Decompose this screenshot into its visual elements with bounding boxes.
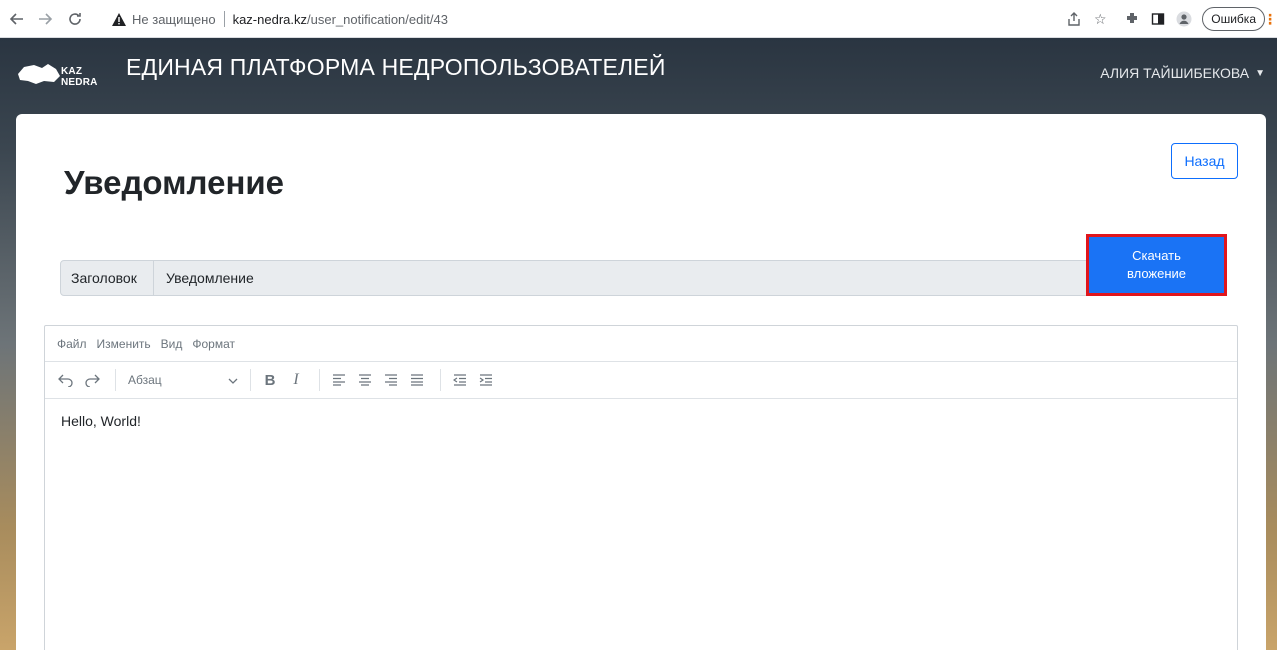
menu-format[interactable]: Формат — [192, 337, 235, 351]
editor-content[interactable]: Hello, World! — [45, 399, 1237, 443]
app-header: KAZ NEDRA ЕДИНАЯ ПЛАТФОРМА НЕДРОПОЛЬЗОВА… — [0, 38, 1277, 104]
logo-text: KAZ NEDRA — [61, 66, 98, 88]
profile-icon[interactable] — [1172, 7, 1196, 31]
side-panel-icon[interactable] — [1146, 7, 1170, 31]
back-button[interactable]: Назад — [1171, 143, 1238, 179]
toolbar-divider — [440, 369, 441, 391]
download-label-line2: вложение — [1126, 266, 1187, 281]
redo-icon[interactable] — [81, 368, 103, 392]
menu-kebab-icon[interactable]: ⋮ — [1263, 7, 1277, 31]
not-secure-label: Не защищено — [132, 11, 216, 27]
address-separator — [223, 11, 225, 27]
menu-edit[interactable]: Изменить — [97, 337, 151, 351]
toolbar-divider — [115, 369, 116, 391]
bold-icon[interactable]: B — [259, 368, 281, 392]
back-arrow-icon[interactable] — [6, 8, 28, 30]
page-title: Уведомление — [64, 164, 285, 201]
warning-icon — [112, 12, 126, 26]
user-menu[interactable]: АЛИЯ ТАЙШИБЕКОВА ▼ — [1100, 65, 1265, 81]
share-icon[interactable] — [1062, 7, 1086, 31]
align-left-icon[interactable] — [328, 368, 350, 392]
menu-file[interactable]: Файл — [57, 337, 87, 351]
toolbar-divider — [319, 369, 320, 391]
caret-down-icon: ▼ — [1255, 67, 1265, 79]
italic-icon[interactable]: I — [285, 368, 307, 392]
logo[interactable]: KAZ NEDRA — [16, 60, 118, 88]
url-host: kaz-nedra.kz — [232, 11, 307, 27]
title-field-label: Заголовок — [61, 261, 154, 295]
star-icon[interactable]: ☆ — [1088, 7, 1112, 31]
editor-paragraph: Hello, World! — [61, 413, 141, 429]
download-label-line1: Скачать — [1132, 248, 1181, 263]
browser-actions: ☆ Ошибка ⋮ — [1060, 0, 1277, 38]
notification-card: Назад Уведомление Заголовок Уведомление … — [16, 114, 1266, 650]
title-field-group: Заголовок Уведомление — [60, 260, 1100, 296]
indent-icon[interactable] — [475, 368, 497, 392]
extensions-icon[interactable] — [1120, 7, 1144, 31]
error-badge[interactable]: Ошибка — [1202, 7, 1265, 31]
download-attachment-button[interactable]: Скачать вложение — [1086, 234, 1227, 296]
block-format-select[interactable]: Абзац — [124, 368, 242, 392]
platform-title: ЕДИНАЯ ПЛАТФОРМА НЕДРОПОЛЬЗОВАТЕЛЕЙ — [126, 54, 666, 80]
align-right-icon[interactable] — [380, 368, 402, 392]
menu-view[interactable]: Вид — [161, 337, 183, 351]
forward-arrow-icon[interactable] — [34, 8, 56, 30]
align-center-icon[interactable] — [354, 368, 376, 392]
chevron-down-icon — [228, 373, 238, 387]
reload-icon[interactable] — [64, 8, 86, 30]
align-justify-icon[interactable] — [406, 368, 428, 392]
toolbar-divider — [250, 369, 251, 391]
outdent-icon[interactable] — [449, 368, 471, 392]
editor-toolbar: Абзац B I — [45, 362, 1237, 399]
title-field[interactable]: Уведомление — [154, 261, 1099, 295]
user-name: АЛИЯ ТАЙШИБЕКОВА — [1100, 65, 1250, 81]
editor-menubar: Файл Изменить Вид Формат — [45, 326, 1237, 362]
rich-text-editor: Файл Изменить Вид Формат Абзац B I Hello… — [44, 325, 1238, 650]
block-format-value: Абзац — [128, 373, 162, 387]
url-path: /user_notification/edit/43 — [307, 11, 448, 27]
undo-icon[interactable] — [55, 368, 77, 392]
browser-toolbar: Не защищено kaz-nedra.kz /user_notificat… — [0, 0, 1277, 38]
